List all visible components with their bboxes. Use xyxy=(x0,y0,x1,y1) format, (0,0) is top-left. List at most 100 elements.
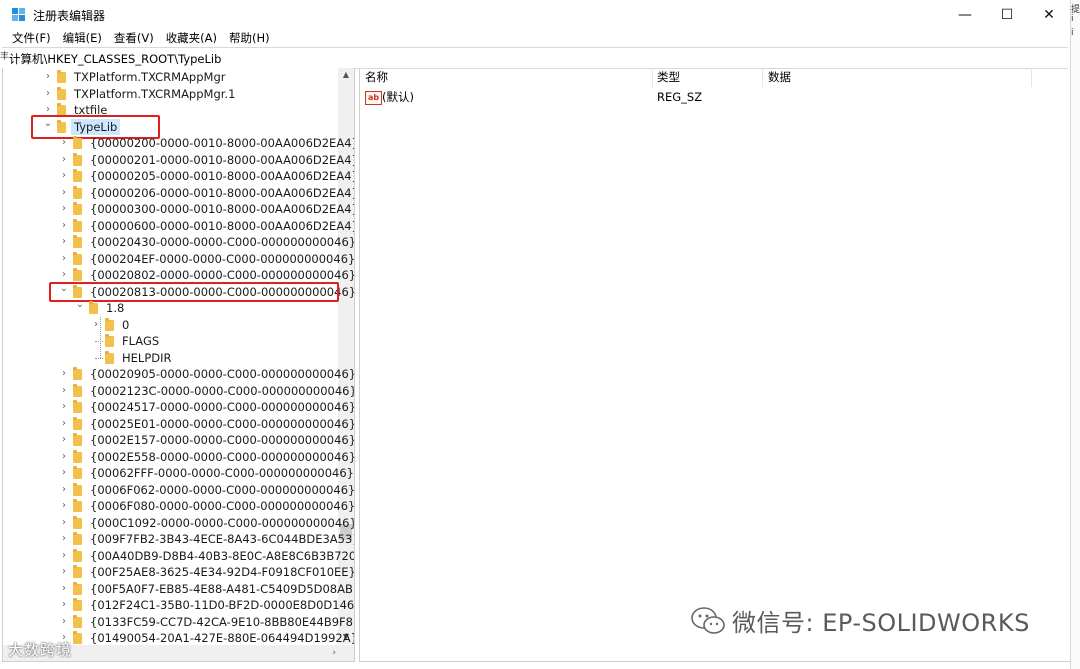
expand-chevron-icon[interactable]: › xyxy=(59,152,69,168)
expand-chevron-icon[interactable]: › xyxy=(59,498,69,514)
expand-chevron-icon[interactable]: › xyxy=(59,581,69,597)
maximize-button[interactable]: ☐ xyxy=(984,0,1030,30)
expand-chevron-icon[interactable]: › xyxy=(59,416,69,432)
column-name-header[interactable]: 名称 xyxy=(360,68,653,87)
expand-chevron-icon[interactable]: › xyxy=(59,366,69,382)
tree-item-guid[interactable]: › {00020905-0000-0000-C000-000000000046} xyxy=(3,366,354,382)
tree-connector-line xyxy=(95,341,103,342)
tree-item-guid[interactable]: › {00F25AE8-3625-4E34-92D4-F0918CF010EE} xyxy=(3,564,354,580)
tree-item-label: {0002E157-0000-0000-C000-000000000046} xyxy=(90,433,355,447)
expand-chevron-icon[interactable]: › xyxy=(59,383,69,399)
scroll-up-icon[interactable]: ▲ xyxy=(338,68,354,82)
tree-item-guid[interactable]: › {00A40DB9-D8B4-40B3-8E0C-A8E8C6B3B720} xyxy=(3,548,354,564)
column-type-header[interactable]: 类型 xyxy=(652,68,763,87)
tree-item-guid[interactable]: › {009F7FB2-3B43-4ECE-8A43-6C044BDE3A53} xyxy=(3,531,354,547)
expand-chevron-icon[interactable]: › xyxy=(59,531,69,547)
tree-item-guid[interactable]: › {00062FFF-0000-0000-C000-000000000046} xyxy=(3,465,354,481)
expand-chevron-icon[interactable]: › xyxy=(59,614,69,630)
tree-item-guid[interactable]: › {0006F080-0000-0000-C000-000000000046} xyxy=(3,498,354,514)
tree-item-guid[interactable]: › {00000200-0000-0010-8000-00AA006D2EA4} xyxy=(3,135,354,151)
tree-item-version-child[interactable]: HELPDIR xyxy=(3,350,338,366)
tree-item[interactable]: › TXPlatform.TXCRMAppMgr xyxy=(3,69,338,85)
tree-item-label: {00020802-0000-0000-C000-000000000046} xyxy=(90,268,355,282)
tree-item-guid[interactable]: › {00020802-0000-0000-C000-000000000046} xyxy=(3,267,354,283)
tree-item-guid[interactable]: › {00000600-0000-0010-8000-00AA006D2EA4} xyxy=(3,218,354,234)
tree-item-guid[interactable]: › {00000205-0000-0010-8000-00AA006D2EA4} xyxy=(3,168,354,184)
expand-chevron-icon[interactable]: › xyxy=(59,135,69,151)
expand-chevron-icon[interactable]: › xyxy=(59,515,69,531)
left-edge-text: 丰 xyxy=(0,52,10,62)
tree-item-label: {00000600-0000-0010-8000-00AA006D2EA4} xyxy=(90,218,355,233)
expand-chevron-icon[interactable]: › xyxy=(59,548,69,564)
tree-item-guid[interactable]: › {000204EF-0000-0000-C000-000000000046} xyxy=(3,251,354,267)
expand-chevron-icon[interactable]: › xyxy=(59,449,69,465)
background-window-edge: 提 i i xyxy=(1071,0,1080,669)
tree-item-label: {00062FFF-0000-0000-C000-000000000046} xyxy=(90,466,354,480)
menu-file[interactable]: 文件(F) xyxy=(0,29,57,47)
expand-chevron-icon[interactable]: › xyxy=(59,185,69,201)
tree-item-guid[interactable]: › {0006F062-0000-0000-C000-000000000046} xyxy=(3,482,354,498)
menu-view[interactable]: 查看(V) xyxy=(108,29,160,47)
tree-item-guid[interactable]: › {0002E157-0000-0000-C000-000000000046} xyxy=(3,432,354,448)
expand-chevron-icon[interactable]: › xyxy=(59,465,69,481)
tree-item-guid[interactable]: › {0133FC59-CC7D-42CA-9E10-8BB80E44B9F8} xyxy=(3,614,354,630)
expand-chevron-icon[interactable]: › xyxy=(59,234,69,250)
expand-chevron-icon[interactable]: › xyxy=(59,597,69,613)
tree-item-guid[interactable]: › {00024517-0000-0000-C000-000000000046} xyxy=(3,399,354,415)
scroll-right-icon[interactable]: › xyxy=(332,645,336,661)
tree-item-guid[interactable]: › {00020430-0000-0000-C000-000000000046} xyxy=(3,234,354,250)
folder-icon xyxy=(73,400,82,413)
tree-item-label: {00025E01-0000-0000-C000-000000000046} xyxy=(90,416,355,431)
value-row-default[interactable]: ab (默认) REG_SZ xyxy=(360,89,1071,106)
registry-tree[interactable]: ▲ ▼ › › TXPlatform.TXCRMAppMgr › TXPlatform… xyxy=(2,68,355,662)
folder-icon xyxy=(73,383,82,397)
tree-item-guid[interactable]: › {00025E01-0000-0000-C000-000000000046} xyxy=(3,416,354,432)
expand-chevron-icon[interactable]: › xyxy=(59,482,69,498)
tree-item-guid[interactable]: › {0002123C-0000-0000-C000-000000000046} xyxy=(3,383,354,399)
expand-chevron-icon[interactable]: › xyxy=(59,399,69,415)
tree-item-label: {0006F062-0000-0000-C000-000000000046} xyxy=(90,482,355,497)
folder-icon xyxy=(105,334,114,347)
folder-icon xyxy=(73,581,82,595)
expand-chevron-icon[interactable]: › xyxy=(43,69,53,85)
tree-item-version[interactable]: ⌄ 1.8 xyxy=(3,297,338,316)
collapse-chevron-icon[interactable]: ⌄ xyxy=(75,297,85,313)
expand-chevron-icon[interactable]: › xyxy=(59,432,69,448)
tree-item-guid[interactable]: › {00000201-0000-0010-8000-00AA006D2EA4} xyxy=(3,152,354,168)
tree-item-version-child[interactable]: FLAGS xyxy=(3,333,338,349)
folder-icon xyxy=(73,367,82,380)
minimize-icon: — xyxy=(958,7,972,23)
tree-item-guid[interactable]: › {00F5A0F7-EB85-4E88-A481-C5409D5D08AB} xyxy=(3,581,354,597)
tree-item-guid[interactable]: › {00000206-0000-0010-8000-00AA006D2EA4} xyxy=(3,185,354,201)
minimize-button[interactable]: — xyxy=(942,0,988,30)
expand-chevron-icon[interactable]: › xyxy=(59,564,69,580)
close-button[interactable]: ✕ xyxy=(1026,0,1072,30)
address-bar[interactable]: 计算机\HKEY_CLASSES_ROOT\TypeLib xyxy=(2,47,1068,69)
folder-icon xyxy=(73,598,82,611)
menu-favorites[interactable]: 收藏夹(A) xyxy=(160,29,223,47)
tree-item[interactable]: › TXPlatform.TXCRMAppMgr.1 xyxy=(3,86,338,102)
tree-item-label: {00F25AE8-3625-4E34-92D4-F0918CF010EE} xyxy=(90,565,355,579)
expand-chevron-icon[interactable]: › xyxy=(59,251,69,267)
tree-connector-line xyxy=(100,316,101,358)
tree-item-guid[interactable]: › {012F24C1-35B0-11D0-BF2D-0000E8D0D146} xyxy=(3,597,354,613)
tree-item-label: HELPDIR xyxy=(122,350,172,365)
tree-item-guid[interactable]: › {00000300-0000-0010-8000-00AA006D2EA4} xyxy=(3,201,354,217)
menu-edit[interactable]: 编辑(E) xyxy=(57,29,108,47)
column-data-header[interactable]: 数据 xyxy=(763,68,1032,87)
tree-item-label: {00020430-0000-0000-C000-000000000046} xyxy=(90,235,355,249)
expand-chevron-icon[interactable]: › xyxy=(59,168,69,184)
title-bar[interactable]: 注册表编辑器 — ☐ ✕ xyxy=(0,0,1070,30)
address-path: 计算机\HKEY_CLASSES_ROOT\TypeLib xyxy=(9,52,222,66)
expand-chevron-icon[interactable]: › xyxy=(59,218,69,234)
menu-help[interactable]: 帮助(H) xyxy=(223,29,276,47)
folder-icon xyxy=(73,499,82,512)
expand-chevron-icon[interactable]: › xyxy=(43,86,53,102)
edge-text-2: i xyxy=(1071,14,1074,24)
expand-chevron-icon[interactable]: › xyxy=(59,201,69,217)
values-pane[interactable]: 名称 类型 数据 ab (默认) REG_SZ xyxy=(359,68,1072,662)
tree-item-guid[interactable]: › {000C1092-0000-0000-C000-000000000046} xyxy=(3,515,354,531)
tree-item-version-child[interactable]: › 0 xyxy=(3,317,338,333)
tree-item-label: {0006F080-0000-0000-C000-000000000046} xyxy=(90,499,355,513)
tree-item-guid[interactable]: › {0002E558-0000-0000-C000-000000000046} xyxy=(3,449,354,465)
